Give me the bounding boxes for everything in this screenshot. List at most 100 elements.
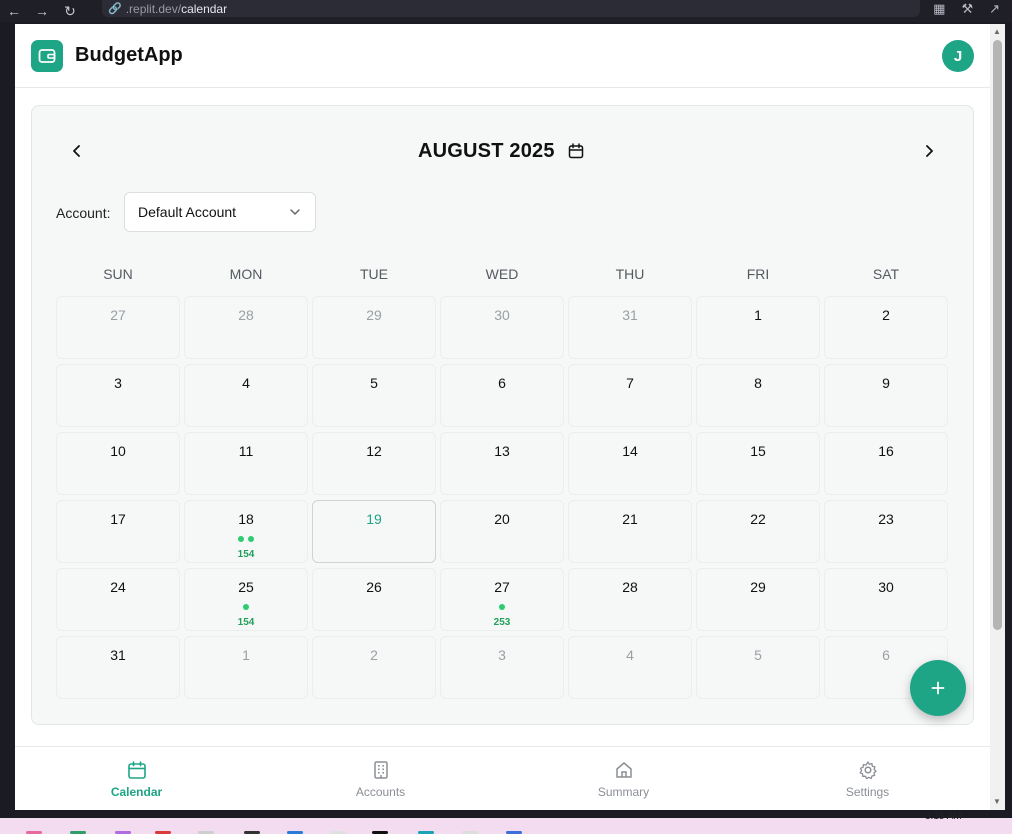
day-number: 28 <box>238 307 254 323</box>
day-number: 27 <box>494 579 510 595</box>
url-path: calendar <box>181 1 228 16</box>
day-number: 1 <box>754 307 762 323</box>
day-number: 3 <box>498 647 506 663</box>
day-number: 9 <box>882 375 890 391</box>
account-label: Account: <box>56 205 111 221</box>
calendar-day[interactable]: 3 <box>440 636 564 699</box>
calendar-day[interactable]: 5 <box>696 636 820 699</box>
calendar-day[interactable]: 20 <box>440 500 564 563</box>
scroll-down-icon[interactable]: ▼ <box>993 797 1001 806</box>
calendar-day[interactable]: 1 <box>696 296 820 359</box>
day-number: 6 <box>498 375 506 391</box>
weekday-label: WED <box>485 266 519 282</box>
day-number: 29 <box>750 579 766 595</box>
nav-summary[interactable]: Summary <box>502 747 745 810</box>
calendar-day[interactable]: 27 <box>56 296 180 359</box>
calendar-day[interactable]: 21 <box>568 500 692 563</box>
calendar-day[interactable]: 2 <box>312 636 436 699</box>
calendar-day[interactable]: 27 253 <box>440 568 564 631</box>
reload-icon[interactable]: ↻ <box>56 3 84 20</box>
calendar-day[interactable]: 8 <box>696 364 820 427</box>
calendar-day[interactable]: 9 <box>824 364 948 427</box>
weekday-label: SUN <box>103 266 133 282</box>
calendar-day[interactable]: 13 <box>440 432 564 495</box>
back-icon[interactable]: ← <box>0 3 28 19</box>
calendar-day[interactable]: 29 <box>696 568 820 631</box>
calendar-day[interactable]: 17 <box>56 500 180 563</box>
plus-icon <box>931 681 945 695</box>
wrench-icon[interactable]: ⚒ <box>961 1 973 17</box>
account-select[interactable]: Default Account <box>124 192 316 232</box>
url-domain: .replit.dev/ <box>125 1 182 16</box>
nav-accounts-label: Accounts <box>355 785 406 799</box>
nav-calendar[interactable]: Calendar <box>15 747 258 810</box>
day-number: 10 <box>110 443 126 459</box>
day-amount: 253 <box>493 617 511 628</box>
browser-actions: ▦ ⚒ ↗ <box>933 0 1000 18</box>
day-amount: 154 <box>237 549 255 560</box>
calendar-day[interactable]: 26 <box>312 568 436 631</box>
calendar-day-today[interactable]: 19 <box>312 500 436 563</box>
calendar-day[interactable]: 22 <box>696 500 820 563</box>
next-month-button[interactable] <box>918 140 940 162</box>
day-amount: 154 <box>237 617 255 628</box>
scroll-up-icon[interactable]: ▲ <box>993 27 1001 36</box>
calendar-day[interactable]: 30 <box>440 296 564 359</box>
external-link-icon[interactable]: ↗ <box>989 1 1000 17</box>
calendar-day[interactable]: 23 <box>824 500 948 563</box>
calendar-day[interactable]: 16 <box>824 432 948 495</box>
address-bar[interactable]: 🔗 .replit.dev/calendar <box>102 0 920 17</box>
add-transaction-button[interactable] <box>910 660 966 716</box>
day-number: 3 <box>114 375 122 391</box>
calendar-day[interactable]: 6 <box>440 364 564 427</box>
month-title: AUGUST 2025 <box>418 140 555 162</box>
day-number: 25 <box>238 579 254 595</box>
calendar-day[interactable]: 31 <box>568 296 692 359</box>
calendar-day[interactable]: 15 <box>696 432 820 495</box>
day-number: 1 <box>242 647 250 663</box>
chevron-left-icon <box>73 145 80 157</box>
day-number: 16 <box>878 443 894 459</box>
calendar-day[interactable]: 28 <box>184 296 308 359</box>
calendar-day[interactable]: 4 <box>184 364 308 427</box>
avatar[interactable]: J <box>942 40 974 72</box>
income-dot <box>238 536 244 542</box>
calendar-day[interactable]: 1 <box>184 636 308 699</box>
taskbar-clock: 3:15 AM <box>925 811 962 822</box>
day-number: 30 <box>878 579 894 595</box>
calendar-day[interactable]: 5 <box>312 364 436 427</box>
nav-accounts[interactable]: Accounts <box>259 747 502 810</box>
calendar-day[interactable]: 4 <box>568 636 692 699</box>
forward-icon[interactable]: → <box>28 3 56 19</box>
income-dot <box>243 604 249 610</box>
calendar-day[interactable]: 28 <box>568 568 692 631</box>
income-dot <box>248 536 254 542</box>
weekday-label: FRI <box>746 266 770 282</box>
calendar-day[interactable]: 10 <box>56 432 180 495</box>
chevron-right-icon <box>926 145 933 157</box>
calendar-day[interactable]: 7 <box>568 364 692 427</box>
os-taskbar <box>0 818 1012 834</box>
calendar-day[interactable]: 24 <box>56 568 180 631</box>
day-number: 18 <box>238 511 254 527</box>
calendar-day[interactable]: 2 <box>824 296 948 359</box>
nav-settings[interactable]: Settings <box>746 747 989 810</box>
calendar-day[interactable]: 18 154 <box>184 500 308 563</box>
calendar-day[interactable]: 31 <box>56 636 180 699</box>
calendar-picker-icon[interactable] <box>568 143 584 159</box>
day-number: 22 <box>750 511 766 527</box>
prev-month-button[interactable] <box>66 140 88 162</box>
calendar-day[interactable]: 11 <box>184 432 308 495</box>
devices-icon[interactable]: ▦ <box>933 1 945 17</box>
scrollbar-thumb[interactable] <box>993 40 1002 630</box>
calendar-day[interactable]: 3 <box>56 364 180 427</box>
calendar-day[interactable]: 29 <box>312 296 436 359</box>
day-number: 28 <box>622 579 638 595</box>
calendar-day[interactable]: 30 <box>824 568 948 631</box>
calendar-day[interactable]: 14 <box>568 432 692 495</box>
calendar-day[interactable]: 12 <box>312 432 436 495</box>
day-number: 7 <box>626 375 634 391</box>
page-scrollbar[interactable]: ▲ ▼ <box>990 24 1005 810</box>
day-number: 20 <box>494 511 510 527</box>
calendar-day[interactable]: 25 154 <box>184 568 308 631</box>
